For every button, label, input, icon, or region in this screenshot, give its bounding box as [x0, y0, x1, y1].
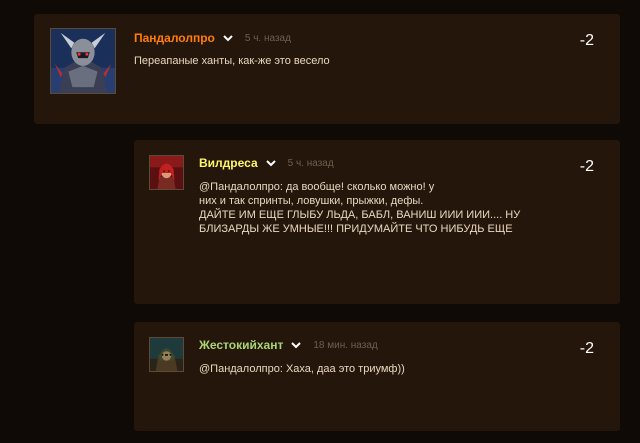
comment: Жестокийхант 18 мин. назад @Пандалолпро:…	[134, 322, 620, 431]
comment-line: ДАЙТЕ ИМ ЕЩЕ ГЛЫБУ ЛЬДА, БАБЛ, ВАНИШ ИИИ…	[199, 209, 521, 221]
comment-score: -2	[579, 158, 594, 175]
author-name[interactable]: Вилдреса	[199, 156, 258, 170]
comment-line: БЛИЗАРДЫ ЖЕ УМНЫЕ!!! ПРИДУМАЙТЕ ЧТО НИБУ…	[199, 223, 513, 235]
chevron-down-icon[interactable]	[264, 157, 278, 169]
armored-warrior-avatar-icon	[51, 29, 115, 93]
avatar[interactable]	[149, 155, 184, 190]
comment-line: них и так спринты, ловушки, прыжки, дефы…	[199, 195, 424, 207]
avatar[interactable]	[50, 28, 116, 94]
comment-line: Переапаные ханты, как-же это весело	[134, 55, 330, 67]
comment-text: @Пандалолпро: да вообще! сколько можно! …	[199, 180, 599, 236]
comments-thread: Пандалолпро 5 ч. назад Переапаные ханты,…	[0, 0, 640, 443]
comment-text: Переапаные ханты, как-же это весело	[134, 54, 594, 68]
comment-score: -2	[579, 32, 594, 49]
comment: Вилдреса 5 ч. назад @Пандалолпро: да воо…	[134, 140, 620, 304]
chevron-down-icon[interactable]	[289, 339, 303, 351]
author-name[interactable]: Пандалолпро	[134, 31, 215, 45]
timestamp: 18 мин. назад	[313, 339, 378, 351]
timestamp: 5 ч. назад	[244, 32, 291, 44]
chevron-down-icon[interactable]	[221, 32, 235, 44]
hooded-hunter-avatar-icon	[150, 338, 183, 371]
comment-score: -2	[579, 340, 594, 357]
comment-text: @Пандалолпро: Хаха, даа это триумф))	[199, 362, 599, 376]
avatar[interactable]	[149, 337, 184, 372]
female-character-avatar-icon	[150, 156, 183, 189]
author-name[interactable]: Жестокийхант	[199, 338, 283, 352]
timestamp: 5 ч. назад	[287, 157, 334, 169]
comment: Пандалолпро 5 ч. назад Переапаные ханты,…	[34, 14, 620, 124]
comment-line: @Пандалолпро: да вообще! сколько можно! …	[199, 181, 435, 193]
comment-line: @Пандалолпро: Хаха, даа это триумф))	[199, 363, 405, 375]
